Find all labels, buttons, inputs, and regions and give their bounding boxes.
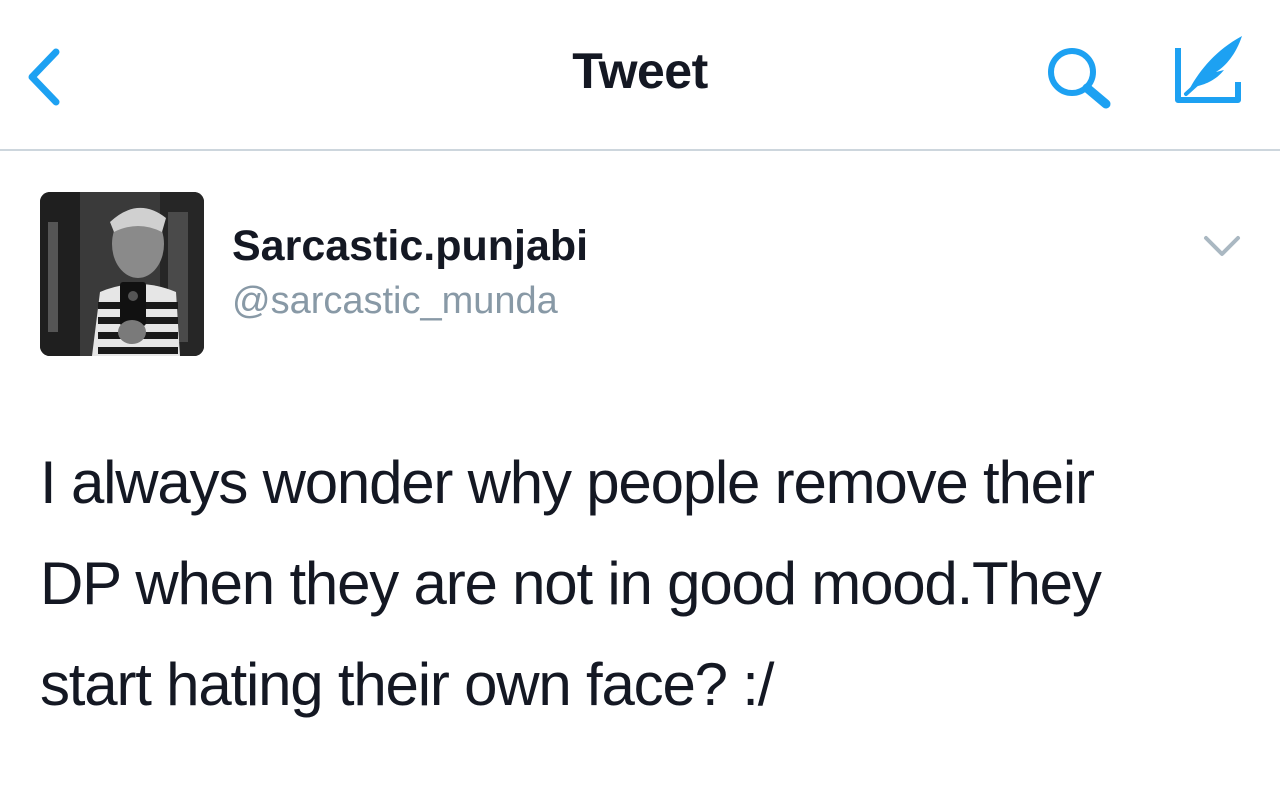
tweet-text-line: I always wonder why people remove their <box>40 449 1095 516</box>
tweet-detail-screen: Tweet Sarcastic.punjabi @sarcastic_munda… <box>0 0 1280 793</box>
avatar[interactable] <box>40 192 204 356</box>
search-icon <box>1048 48 1111 109</box>
tweet-options-button[interactable] <box>1200 232 1244 262</box>
compose-tweet-button[interactable] <box>1160 30 1250 108</box>
author-display-name[interactable]: Sarcastic.punjabi <box>232 222 588 271</box>
tweet-text-line: start hating their own face? :/ <box>40 651 774 718</box>
tweet-author-header: Sarcastic.punjabi @sarcastic_munda <box>40 192 1260 362</box>
author-handle[interactable]: @sarcastic_munda <box>232 280 558 323</box>
tweet-body: I always wonder why people remove their … <box>40 432 1260 735</box>
navigation-bar: Tweet <box>0 0 1280 151</box>
profile-photo <box>40 192 204 356</box>
chevron-down-icon <box>1204 236 1240 256</box>
tweet-text-line: DP when they are not in good mood.They <box>40 550 1102 617</box>
search-button[interactable] <box>1040 44 1120 112</box>
compose-tweet-icon <box>1175 36 1242 103</box>
